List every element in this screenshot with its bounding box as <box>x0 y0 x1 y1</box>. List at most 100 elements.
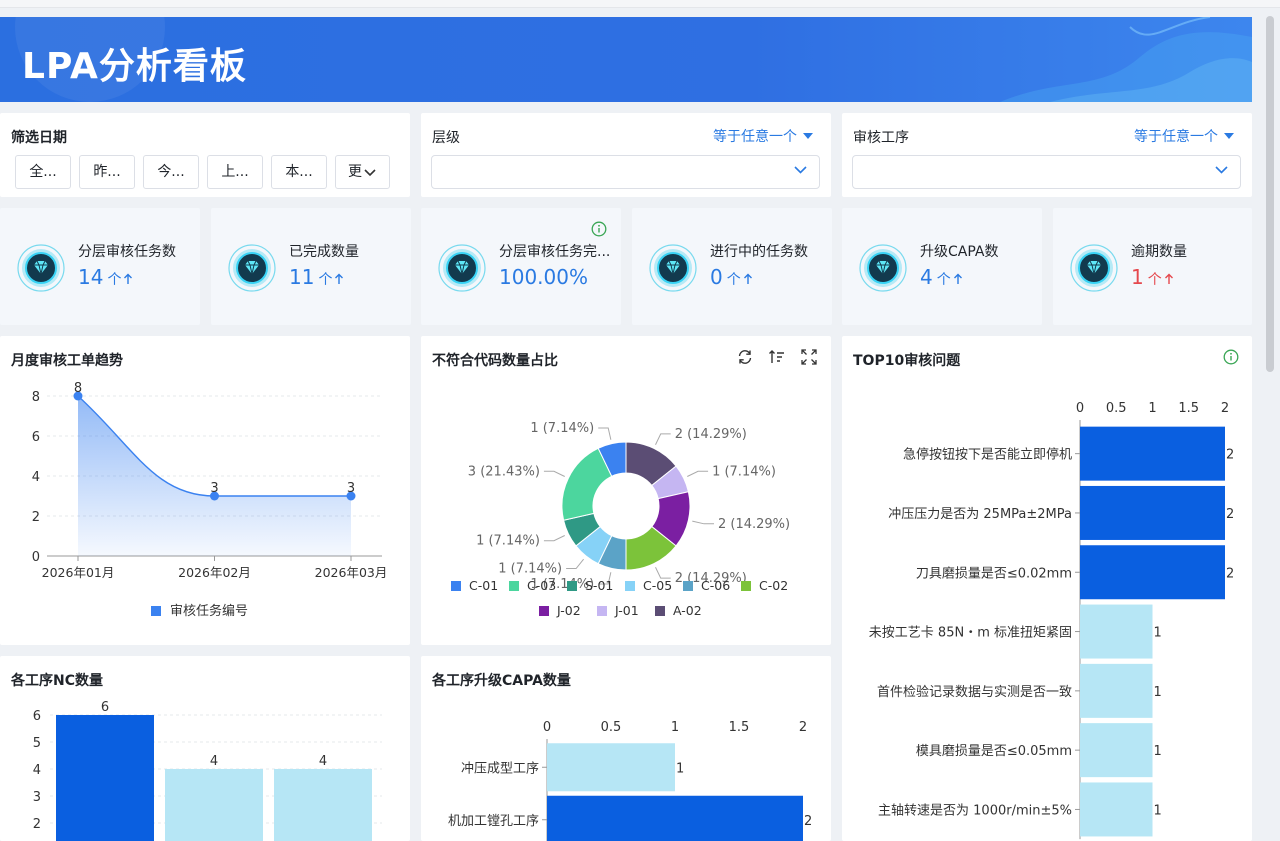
diamond-icon <box>859 244 907 292</box>
kpi-in-progress-card: 进行中的任务数 0 个 <box>632 208 832 325</box>
kpi-total-tasks-value: 14 个 <box>78 265 133 289</box>
bar <box>1080 545 1225 600</box>
legend-label: J-02 <box>556 603 581 618</box>
nc-by-process-chart: 2 3 4 5 6 6 4 4 <box>33 700 382 841</box>
nc-by-process-card: 各工序NC数量 2 3 4 5 6 6 4 4 <box>0 656 410 841</box>
data-label: 3 <box>347 481 355 496</box>
legend-swatch <box>567 581 577 591</box>
kpi-capa-card: 升级CAPA数 4 个 <box>842 208 1042 325</box>
legend-swatch <box>509 581 519 591</box>
date-today-button[interactable]: 今... <box>143 155 199 189</box>
kpi-completion-rate-value: 100.00% <box>499 265 592 289</box>
refresh-icon[interactable] <box>736 348 754 366</box>
fullscreen-icon[interactable] <box>800 348 818 366</box>
date-yesterday-button[interactable]: 昨... <box>79 155 135 189</box>
label-leader <box>655 567 671 579</box>
bar-value-label: 1 <box>1154 803 1162 818</box>
monthly-trend-card: 月度审核工单趋势 0 2 4 6 8 8 2026年01月 3 2026年02月 3 2026年03… <box>0 336 410 645</box>
series-area <box>78 396 351 556</box>
bar-value-label: 2 <box>1226 448 1234 463</box>
x-tick-label: 0 <box>543 720 551 735</box>
arrow-up-icon <box>335 273 344 284</box>
kpi-overdue-label: 逾期数量 <box>1131 244 1187 260</box>
y-tick-label: 8 <box>32 390 40 405</box>
bar-value-label: 2 <box>1226 507 1234 522</box>
diamond-icon <box>17 244 65 292</box>
completion-info-icon[interactable] <box>591 221 607 241</box>
legend-label: C-05 <box>643 578 672 593</box>
arrow-up-icon <box>743 273 752 284</box>
kpi-overdue-card: 逾期数量 1 个 <box>1053 208 1252 325</box>
legend-swatch <box>741 581 751 591</box>
legend-swatch <box>451 581 461 591</box>
x-tick-label: 0.5 <box>1106 401 1127 416</box>
label-leader <box>566 558 584 570</box>
kpi-total-tasks-label: 分层审核任务数 <box>78 244 176 260</box>
bar <box>1080 426 1225 481</box>
nonconformance-donut-chart: 2 (14.29%)1 (7.14%)2 (14.29%)2 (14.29%)1… <box>451 421 790 618</box>
bar-value-label: 6 <box>101 700 109 715</box>
chevron-down-icon <box>794 166 807 174</box>
caret-down-icon <box>803 133 813 139</box>
level-operator-dropdown[interactable]: 等于任意一个 <box>713 126 813 146</box>
kpi-completed-card: 已完成数量 11 个 <box>211 208 411 325</box>
diamond-icon <box>228 244 276 292</box>
legend-label: 审核任务编号 <box>170 603 248 619</box>
x-tick-label: 2026年02月 <box>178 565 251 580</box>
top10-issues-title: TOP10审核问题 <box>853 353 961 369</box>
legend-label: J-01 <box>614 603 639 618</box>
label-leader <box>687 470 709 477</box>
label-leader <box>655 433 671 445</box>
bar <box>1080 485 1225 540</box>
page-scrollbar[interactable] <box>1266 16 1274 372</box>
y-tick-label: 冲压压力是否为 25MPa±2MPa <box>888 507 1072 522</box>
capa-by-process-chart: 0 0.5 1 1.5 2 冲压成型工序 1 机加工镗孔工序 2 <box>448 720 812 841</box>
y-tick-label: 0 <box>32 550 40 565</box>
bar-value-label: 1 <box>1154 626 1162 641</box>
capa-by-process-card: 各工序升级CAPA数量 0 0.5 1 1.5 2 冲压成型工序 1 机加工镗孔工序 2 <box>421 656 831 841</box>
label-leader <box>598 427 612 440</box>
label-leader <box>543 535 565 542</box>
process-operator-label: 等于任意一个 <box>1134 129 1218 145</box>
kpi-capa-value: 4个 <box>920 265 963 289</box>
date-this-button[interactable]: 本... <box>271 155 327 189</box>
x-tick-label: 1.5 <box>729 720 750 735</box>
y-tick-label: 2 <box>32 510 40 525</box>
bar <box>547 743 675 792</box>
level-select[interactable] <box>431 155 820 189</box>
x-tick-label: 1.5 <box>1178 401 1199 416</box>
bar-value-label: 2 <box>1226 566 1234 581</box>
bar-value-label: 2 <box>804 814 812 829</box>
kpi-capa-label: 升级CAPA数 <box>920 244 999 260</box>
x-tick-label: 1 <box>1148 401 1156 416</box>
kpi-overdue-unit: 个 <box>1147 272 1162 288</box>
date-more-dropdown[interactable]: 更 <box>335 155 390 189</box>
process-select[interactable] <box>852 155 1241 189</box>
legend-label: S-01 <box>585 578 613 593</box>
process-operator-dropdown[interactable]: 等于任意一个 <box>1134 126 1234 146</box>
kpi-in-progress-number: 0 <box>710 265 723 289</box>
slice-label: 2 (14.29%) <box>718 517 790 532</box>
x-tick-label: 1 <box>671 720 679 735</box>
monthly-trend-chart: 0 2 4 6 8 8 2026年01月 3 2026年02月 3 2026年03月审核任务编号 <box>32 381 388 619</box>
date-filter-label: 筛选日期 <box>11 130 67 146</box>
date-last-button[interactable]: 上... <box>207 155 263 189</box>
x-tick-label: 2 <box>799 720 807 735</box>
legend-swatch <box>151 606 161 616</box>
page-title: LPA分析看板 <box>22 46 247 87</box>
arrow-up-icon <box>124 273 133 284</box>
date-all-button[interactable]: 全... <box>15 155 71 189</box>
bar-value-label: 4 <box>319 754 327 769</box>
kpi-in-progress-label: 进行中的任务数 <box>710 244 808 260</box>
y-tick-label: 急停按钮按下是否能立即停机 <box>903 447 1072 463</box>
info-icon[interactable] <box>1223 349 1239 365</box>
kpi-total-tasks-number: 14 <box>78 265 104 289</box>
y-tick-label: 6 <box>33 709 41 724</box>
kpi-in-progress-unit: 个 <box>726 272 741 288</box>
sort-icon[interactable] <box>768 348 786 366</box>
kpi-capa-number: 4 <box>920 265 933 289</box>
bar <box>1080 663 1153 718</box>
chevron-down-icon <box>364 169 376 177</box>
date-filter-card: 筛选日期 全... 昨... 今... 上... 本... 更 <box>0 113 410 197</box>
data-label: 3 <box>210 481 218 496</box>
